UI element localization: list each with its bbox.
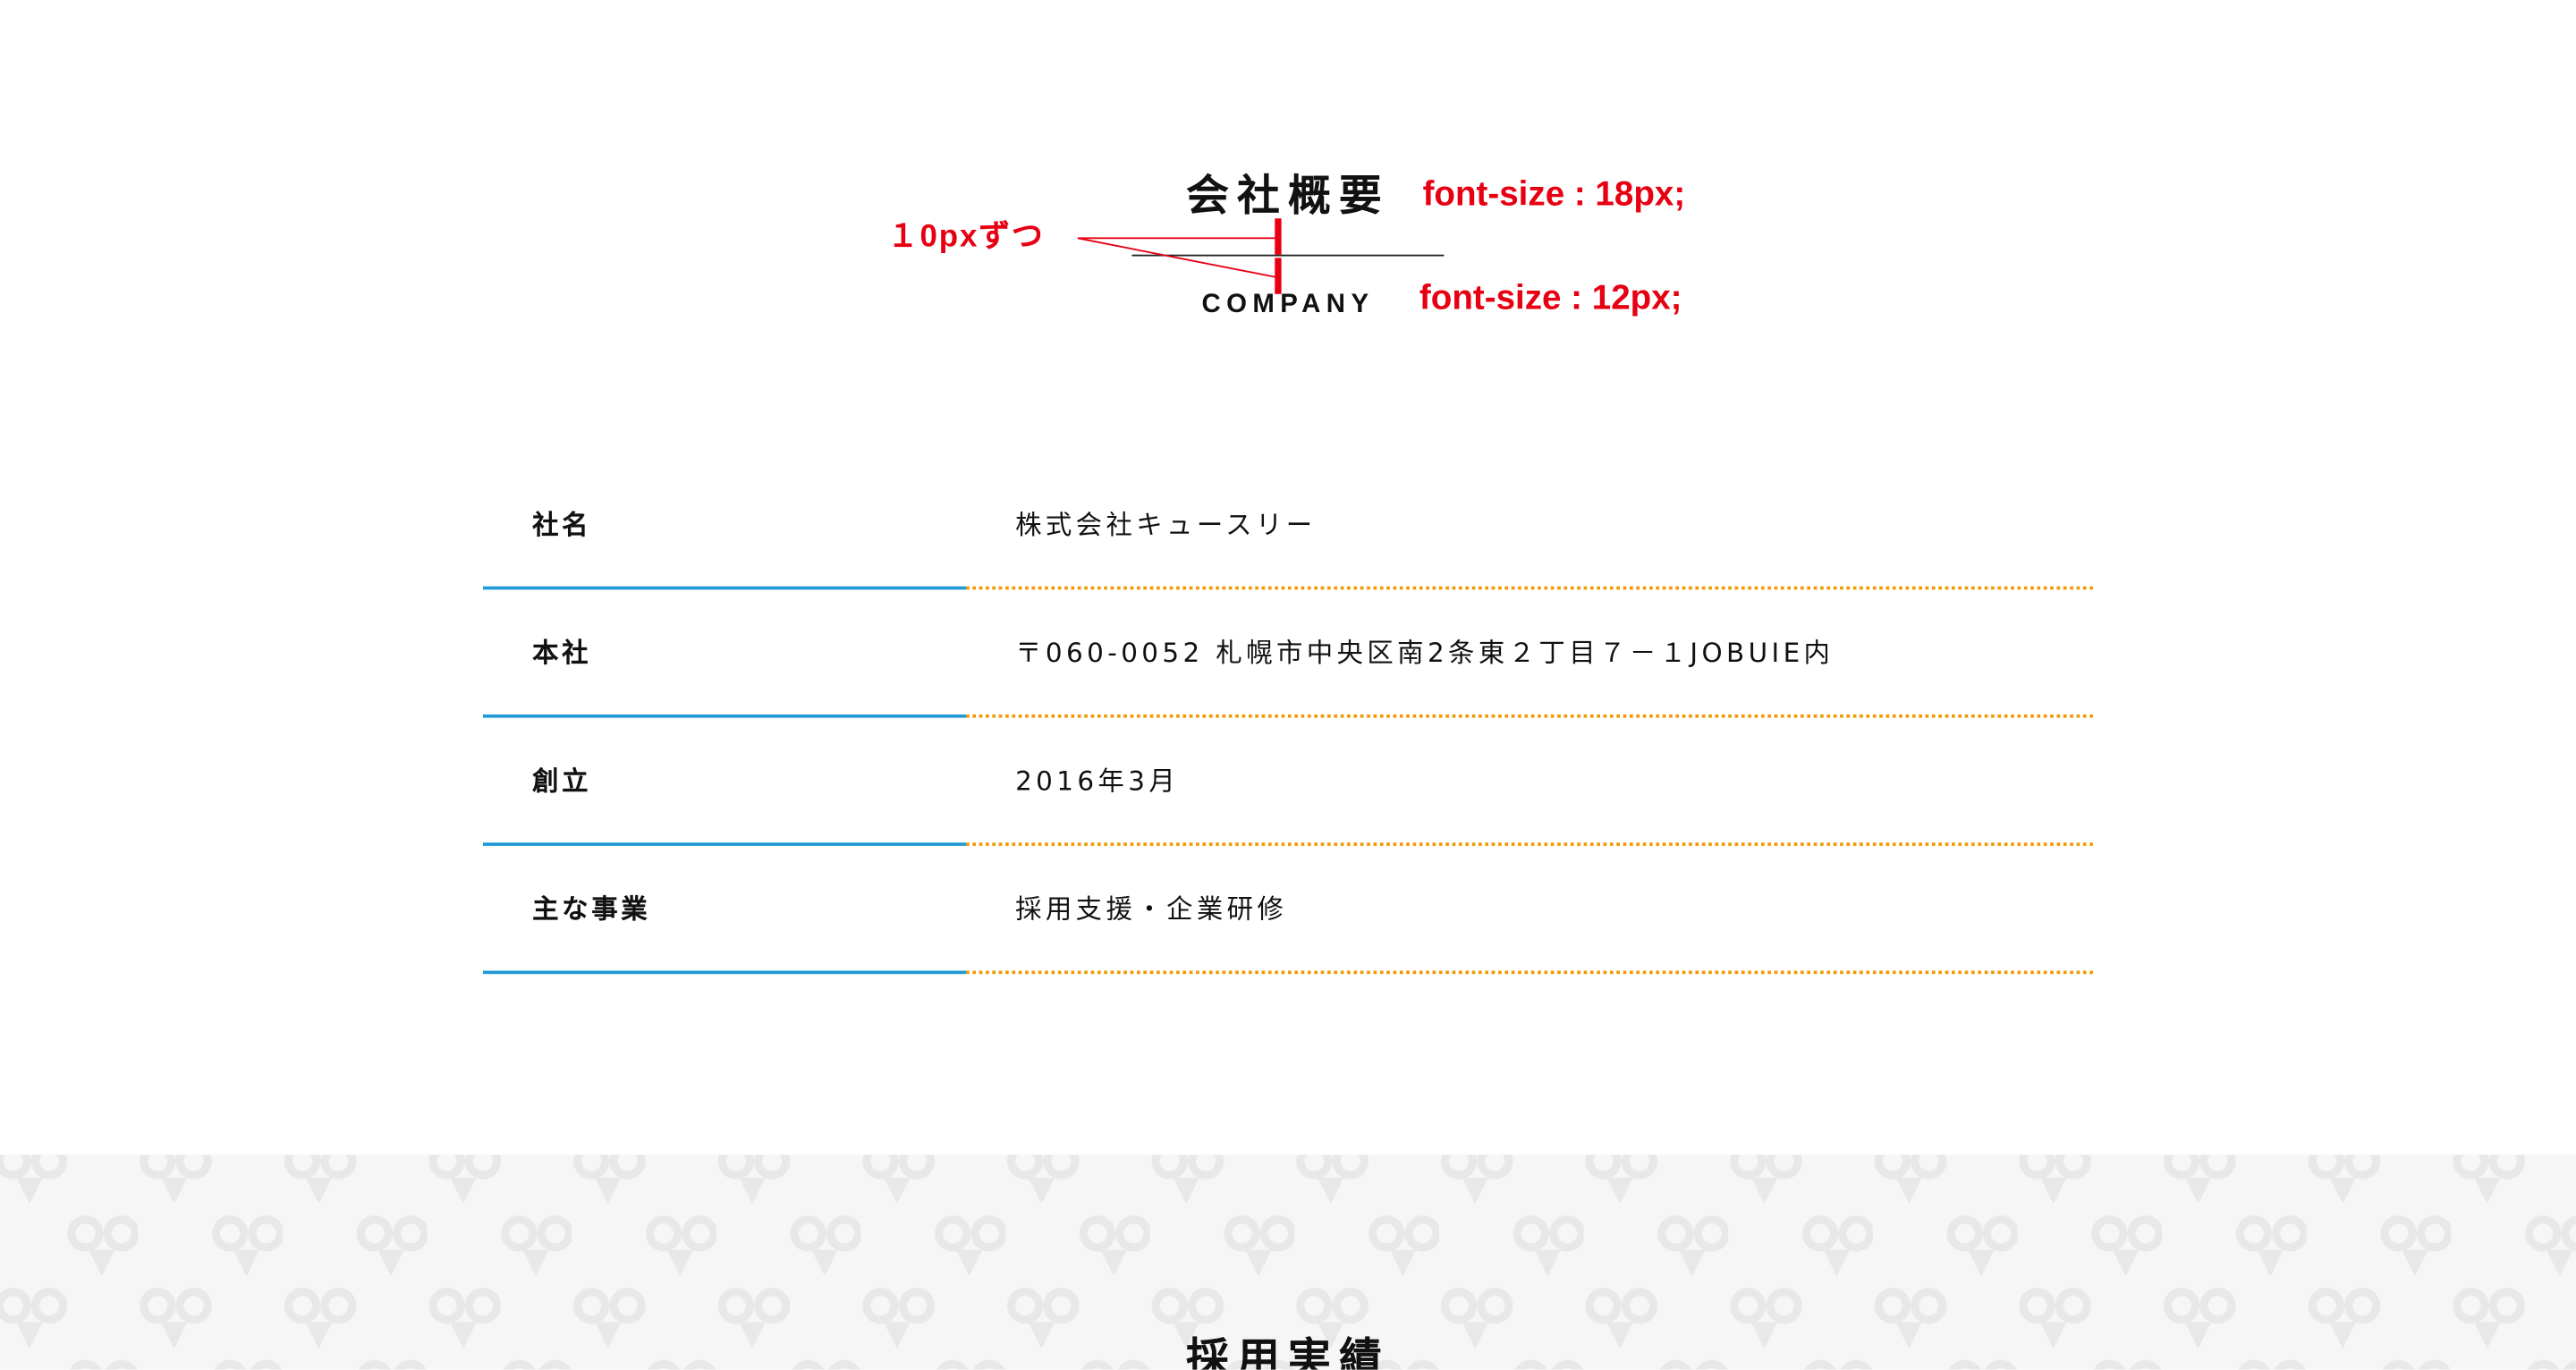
table-row: 主な事業 採用支援・企業研修 (482, 846, 2093, 975)
page-canvas: 会社概要 COMPANY １0pxずつ font-size : 18px; fo… (0, 0, 2576, 1370)
row-label: 創立 (532, 765, 592, 797)
label-underline (482, 970, 966, 975)
title-font-size-annotation: font-size : 18px; (1422, 175, 1686, 214)
results-section-title: 採用実績 (1186, 1335, 1390, 1370)
results-section: 採用実績 (0, 1154, 2576, 1370)
spacing-marker-top (1275, 218, 1282, 255)
row-label: 社名 (532, 509, 592, 541)
table-row: 本社 〒060-0052 札幌市中央区南2条東２丁目７－１JOBUIE内 (482, 589, 2093, 718)
table-row: 社名 株式会社キュースリー (482, 461, 2093, 590)
spacing-marker-bottom (1275, 258, 1282, 294)
row-value: 〒060-0052 札幌市中央区南2条東２丁目７－１JOBUIE内 (1015, 637, 1835, 669)
row-value: 株式会社キュースリー (1015, 509, 1317, 541)
row-label: 本社 (532, 637, 592, 669)
company-info-table: 社名 株式会社キュースリー 本社 〒060-0052 札幌市中央区南2条東２丁目… (482, 461, 2093, 975)
row-value: 採用支援・企業研修 (1015, 893, 1288, 926)
row-value: 2016年3月 (1015, 765, 1180, 797)
spacing-annotation: １0pxずつ (886, 220, 1045, 255)
table-row: 創立 2016年3月 (482, 718, 2093, 846)
row-label: 主な事業 (532, 893, 651, 926)
value-underline (965, 970, 2093, 975)
subtitle-font-size-annotation: font-size : 12px; (1419, 279, 1682, 317)
